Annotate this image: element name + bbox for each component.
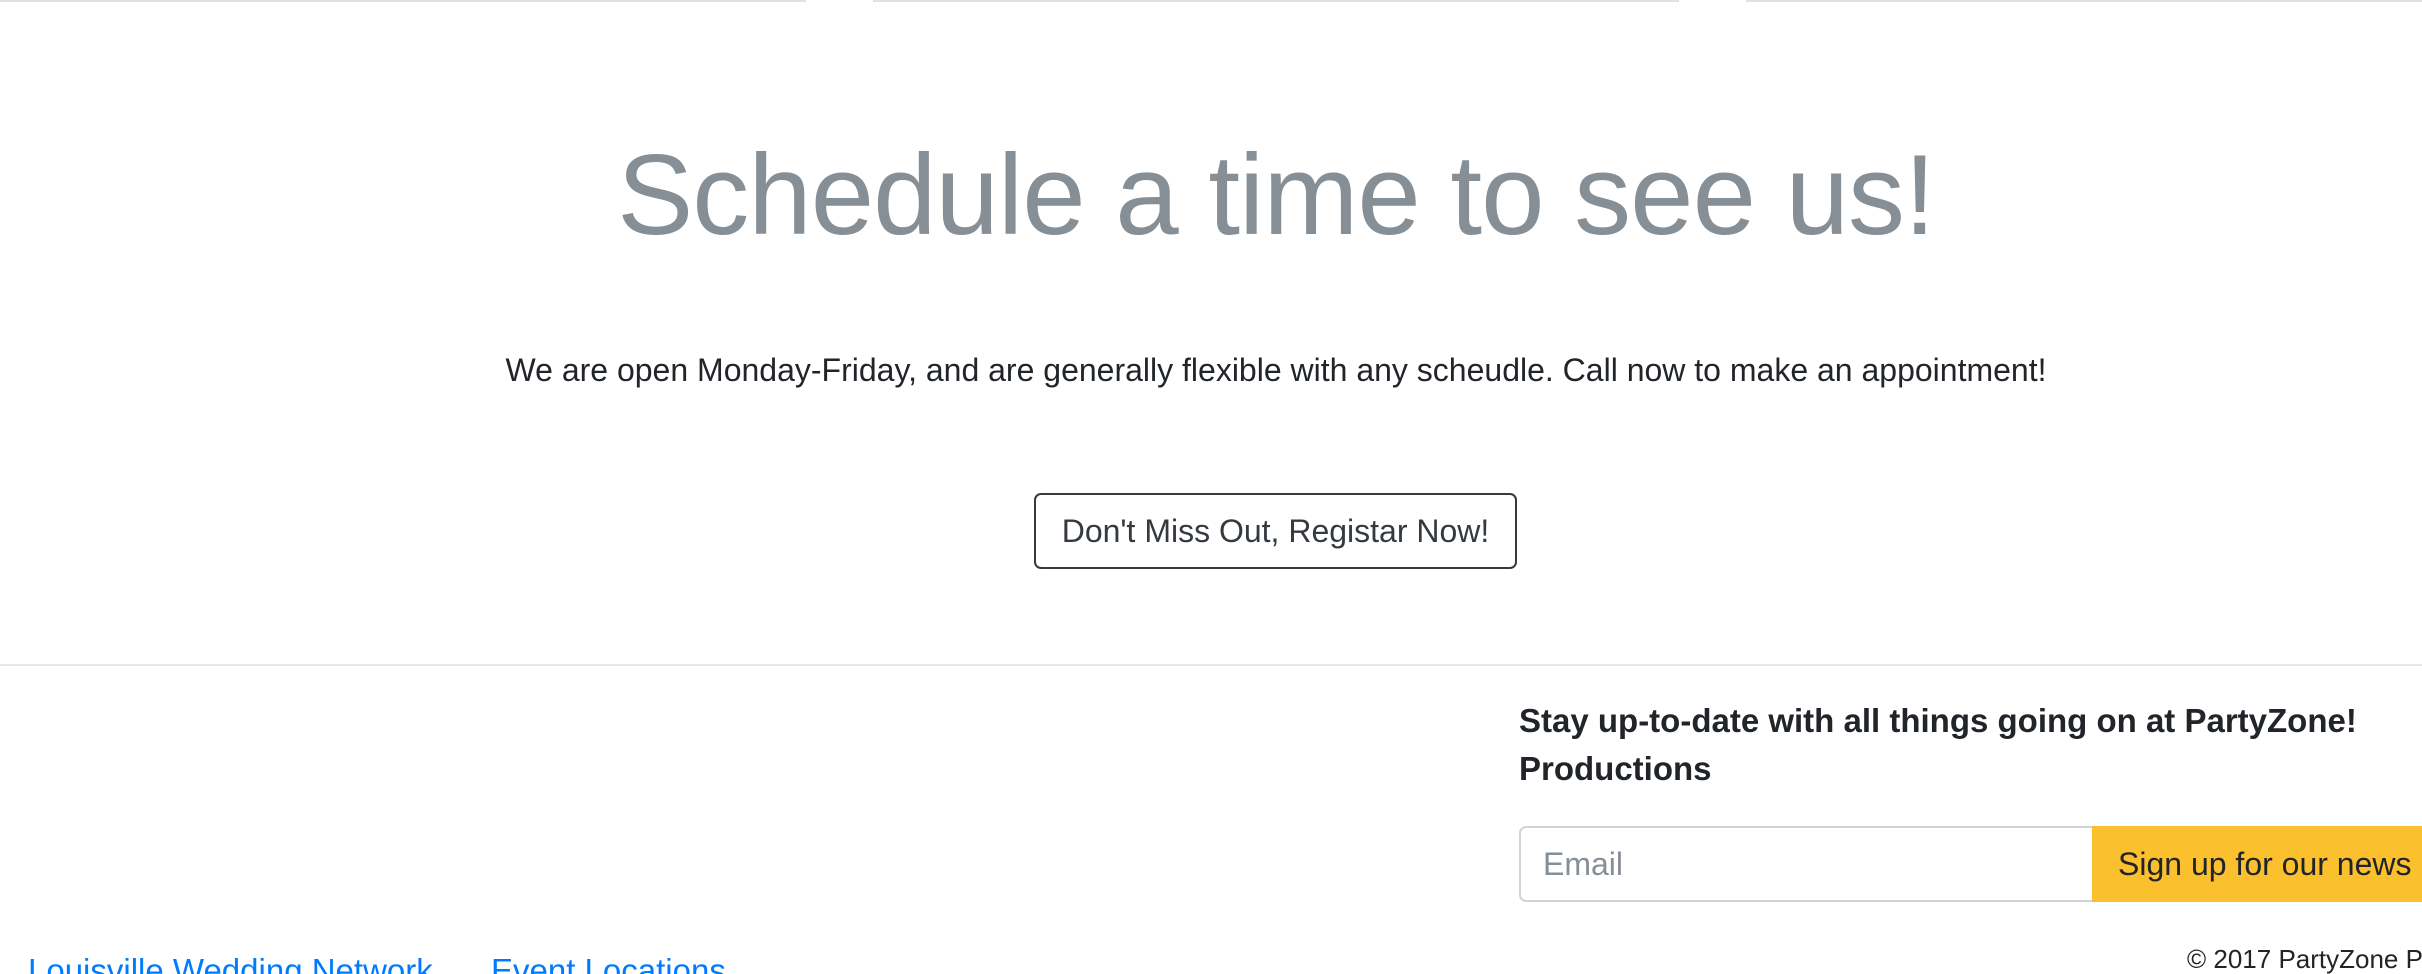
newsletter-heading: Stay up-to-date with all things going on… — [1519, 702, 2357, 787]
footer-link-louisville-wedding-network[interactable]: Louisville Wedding Network — [28, 952, 433, 974]
copyright-text: © 2017 PartyZone P — [2187, 944, 2422, 974]
register-now-button[interactable]: Don't Miss Out, Registar Now! — [1034, 493, 1517, 569]
newsletter-signup-button[interactable]: Sign up for our news — [2092, 826, 2422, 902]
top-card-border-left — [0, 0, 806, 2]
footer-divider — [0, 664, 2422, 666]
email-input[interactable] — [1519, 826, 2094, 902]
page: Schedule a time to see us! We are open M… — [0, 0, 2422, 974]
top-card-border-center — [873, 0, 1679, 2]
hero-description: We are open Monday-Friday, and are gener… — [505, 352, 2047, 388]
footer-link-event-locations[interactable]: Event Locations — [491, 952, 726, 974]
hero-title: Schedule a time to see us! — [617, 132, 1935, 259]
top-card-border-right — [1746, 0, 2422, 2]
